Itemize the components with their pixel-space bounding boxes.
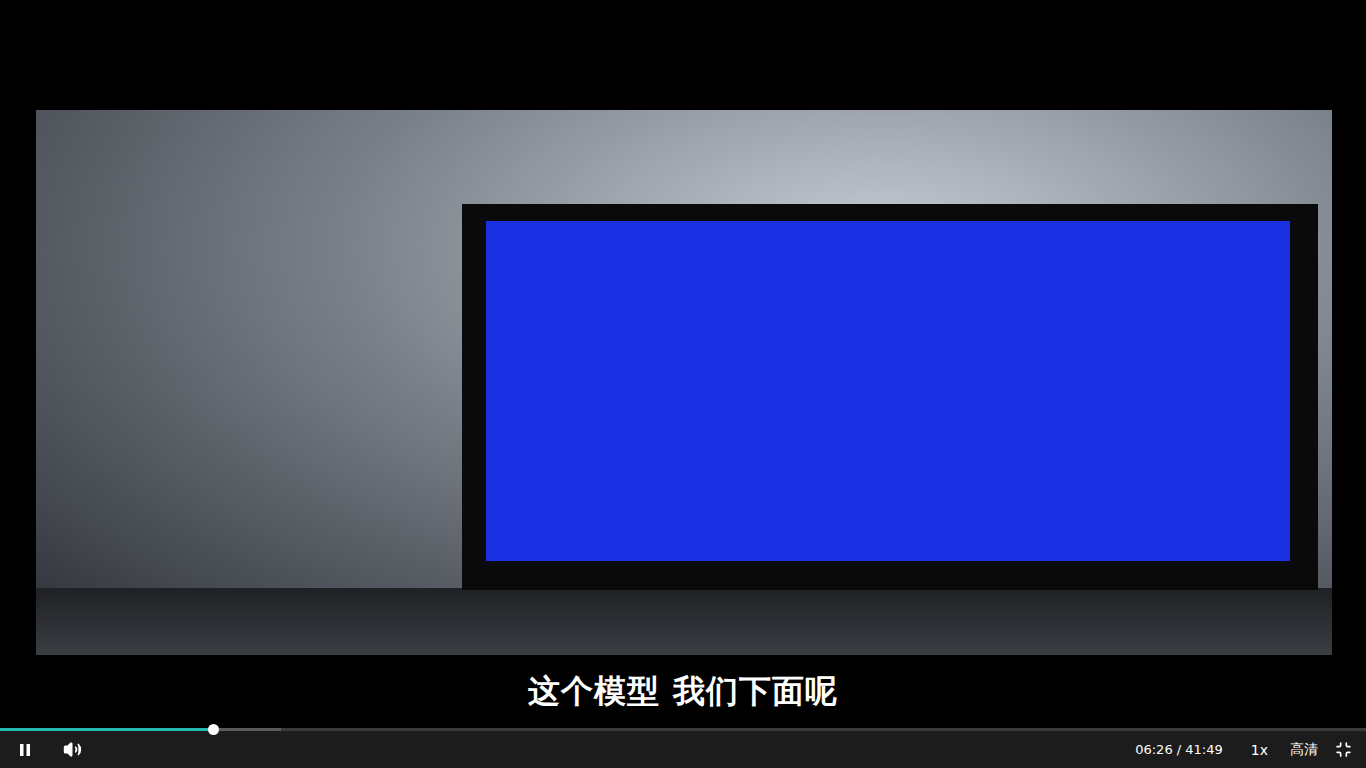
control-bar: 06:26 / 41:49 1x 高清 — [0, 731, 1366, 768]
speed-button[interactable]: 1x — [1243, 739, 1276, 761]
pause-icon — [18, 743, 32, 757]
subtitle-caption: 这个模型 我们下面呢 — [0, 672, 1366, 710]
progress-bar[interactable] — [0, 728, 1366, 731]
video-player: 这个模型 我们下面呢 06:26 / 41:49 1x 高清 — [0, 0, 1366, 768]
exit-fullscreen-icon — [1335, 741, 1352, 758]
time-display: 06:26 / 41:49 — [1135, 742, 1223, 757]
play-pause-button[interactable] — [14, 739, 36, 761]
volume-icon — [63, 740, 82, 759]
fullscreen-button[interactable] — [1332, 739, 1354, 761]
volume-button[interactable] — [61, 739, 83, 761]
quality-button[interactable]: 高清 — [1282, 739, 1326, 761]
played-fill — [0, 728, 213, 731]
video-frame[interactable]: 这个模型 我们下面呢 — [0, 0, 1366, 728]
